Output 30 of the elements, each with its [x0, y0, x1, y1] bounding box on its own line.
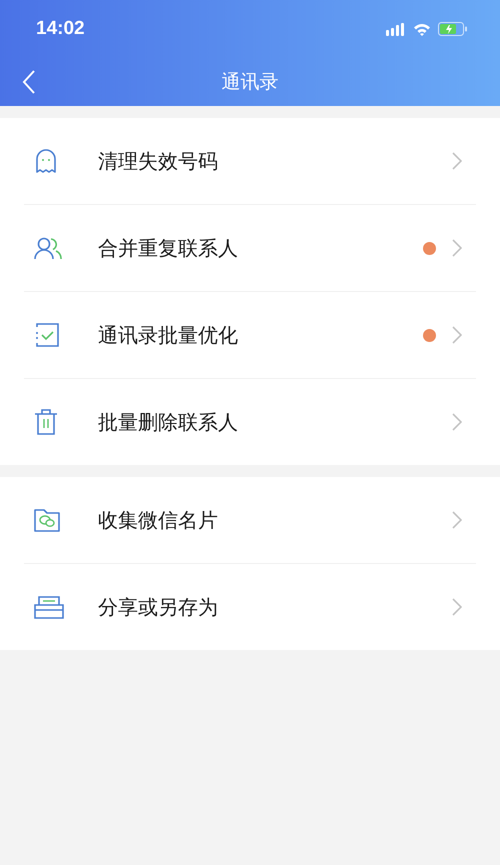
menu-item-label: 合并重复联系人 — [98, 234, 239, 262]
menu-item[interactable]: 清理失效号码 — [24, 118, 476, 205]
checklist-icon — [34, 322, 60, 348]
menu-item[interactable]: 批量删除联系人 — [24, 379, 476, 465]
menu-item-label: 通讯录批量优化 — [98, 322, 239, 348]
menu-item-label: 清理失效号码 — [98, 148, 219, 174]
page-title: 通讯录 — [222, 70, 278, 95]
chevron-icon — [452, 598, 462, 616]
chevron-icon — [452, 413, 462, 431]
menu-item[interactable]: 通讯录批量优化 — [24, 292, 476, 379]
menu-item-label: 批量删除联系人 — [98, 408, 239, 436]
folder-chat-icon — [34, 508, 60, 532]
tray-icon — [34, 595, 64, 619]
menu-item-label: 收集微信名片 — [98, 506, 219, 534]
back-button[interactable] — [22, 69, 36, 95]
menu-item[interactable]: 分享或另存为 — [24, 564, 476, 650]
menu-item[interactable]: 收集微信名片 — [24, 477, 476, 564]
chevron-icon — [452, 152, 462, 170]
chevron-icon — [452, 239, 462, 257]
people-icon — [34, 236, 62, 260]
trash-icon — [34, 408, 58, 436]
menu-item-label: 分享或另存为 — [98, 594, 219, 620]
signal-icon — [386, 22, 406, 36]
menu-item[interactable]: 合并重复联系人 — [24, 205, 476, 292]
status-time: 14:02 — [36, 18, 85, 40]
battery-icon — [438, 22, 468, 36]
chevron-icon — [452, 511, 462, 529]
ghost-icon — [34, 148, 58, 174]
wifi-icon — [413, 22, 431, 36]
chevron-icon — [452, 326, 462, 344]
